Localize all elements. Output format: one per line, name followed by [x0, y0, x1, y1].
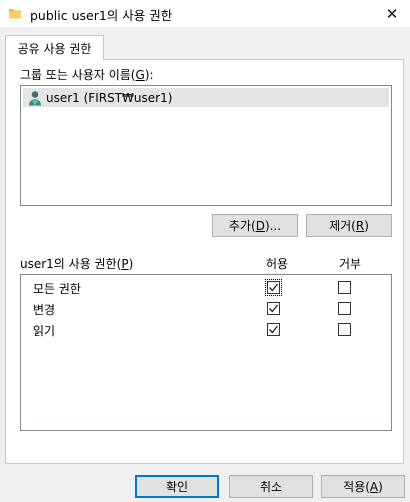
tab-share-permissions[interactable]: 공유 사용 권한	[5, 35, 104, 60]
user-listbox[interactable]: user1 (FIRST₩user1)	[20, 85, 392, 206]
permission-name-full-control: 모든 권한	[33, 282, 81, 296]
title-bar: public user1의 사용 권한 ✕	[0, 0, 410, 27]
permissions-list	[20, 274, 392, 431]
close-button[interactable]: ✕	[374, 0, 410, 27]
user-icon	[29, 90, 41, 105]
allow-full-control-checkbox[interactable]	[265, 279, 282, 296]
tab-label: 공유 사용 권한	[17, 41, 92, 56]
user-name: user1 (FIRST₩user1)	[46, 90, 173, 105]
list-item[interactable]: user1 (FIRST₩user1)	[23, 88, 389, 107]
permission-name-change: 변경	[33, 303, 56, 317]
apply-button[interactable]: 적용(A)	[321, 475, 405, 498]
folder-icon	[9, 9, 21, 19]
checkmark-icon	[269, 304, 279, 313]
close-icon: ✕	[385, 4, 399, 23]
permissions-label: user1의 사용 권한(P)	[20, 257, 134, 271]
permission-name-read: 읽기	[33, 324, 56, 338]
deny-full-control-checkbox[interactable]	[338, 281, 351, 294]
allow-header: 허용	[266, 257, 289, 271]
add-button[interactable]: 추가(D)...	[212, 214, 298, 237]
deny-change-checkbox[interactable]	[338, 302, 351, 315]
checkmark-icon	[269, 283, 279, 292]
cancel-button[interactable]: 취소	[229, 475, 313, 498]
group-list-label: 그룹 또는 사용자 이름(G):	[20, 68, 154, 82]
ok-button[interactable]: 확인	[135, 475, 219, 498]
allow-read-checkbox[interactable]	[267, 323, 280, 336]
window-title: public user1의 사용 권한	[30, 8, 173, 23]
allow-change-checkbox[interactable]	[267, 302, 280, 315]
deny-read-checkbox[interactable]	[338, 323, 351, 336]
checkmark-icon	[269, 325, 279, 334]
remove-button[interactable]: 제거(R)	[306, 214, 392, 237]
deny-header: 거부	[339, 257, 362, 271]
